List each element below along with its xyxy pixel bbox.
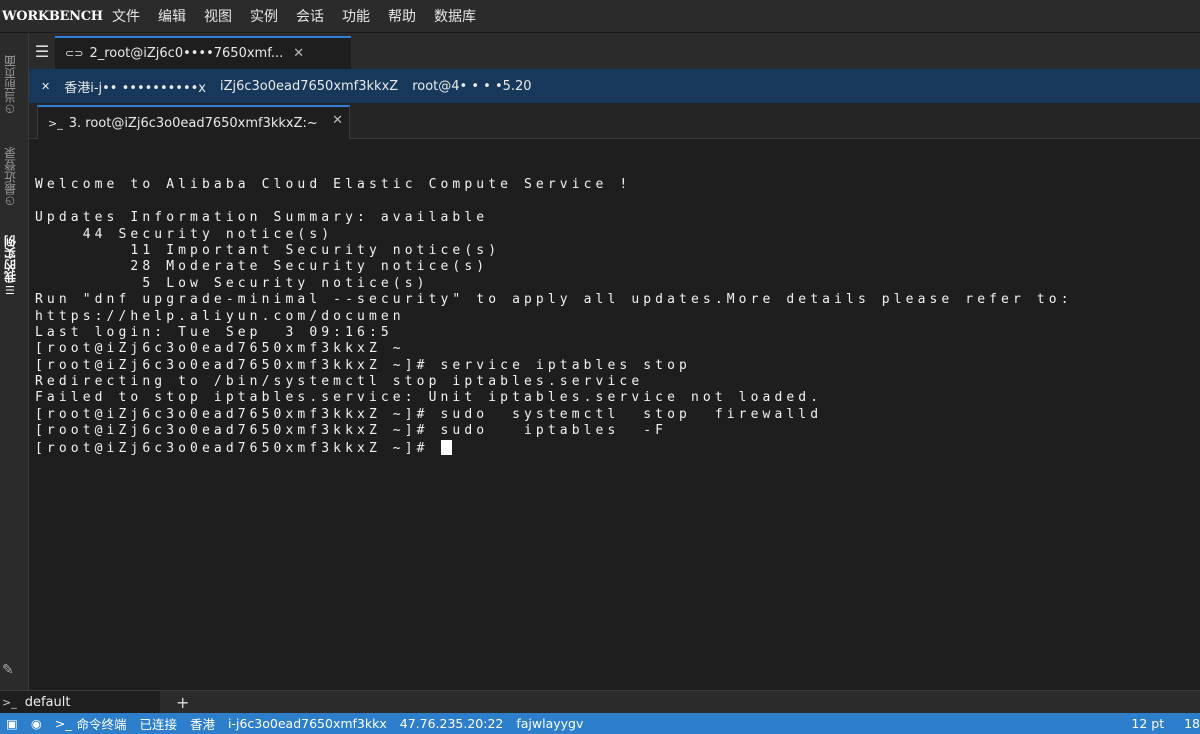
- close-icon[interactable]: ✕: [332, 113, 343, 128]
- menu-view[interactable]: 视图: [204, 6, 232, 26]
- terminal-line: [root@iZj6c3o0ead7650xmf3kkxZ ~: [35, 341, 405, 357]
- status-extra: 18: [1184, 716, 1200, 731]
- status-region: 香港: [190, 717, 216, 732]
- terminal-line: Welcome to Alibaba Cloud Elastic Compute…: [35, 177, 632, 193]
- pin-icon[interactable]: ✎: [2, 662, 14, 678]
- session-user-host: root@4• • • •5.20: [412, 78, 532, 94]
- primary-tab-strip: ☰ ⊂⊃ 2_root@iZj6c0••••7650xmf... ✕: [29, 33, 1200, 69]
- add-tab-button[interactable]: +: [176, 693, 189, 712]
- terminal-icon: >_: [54, 716, 72, 731]
- terminal-line: Last login: Tue Sep 3 09:16:5: [35, 324, 393, 340]
- tab-session-2[interactable]: ⊂⊃ 2_root@iZj6c0••••7650xmf... ✕: [55, 36, 351, 69]
- tab-default[interactable]: >_ default: [0, 690, 160, 714]
- menu-database[interactable]: 数据库: [434, 6, 476, 26]
- menu-edit[interactable]: 编辑: [158, 6, 186, 26]
- tab-terminal-3[interactable]: >_ 3. root@iZj6c3o0ead7650xmf3kkxZ:~ ✕: [37, 105, 350, 139]
- sidebar-item-current-page[interactable]: ◷ 当前页面: [0, 39, 20, 119]
- terminal-line: 5 Low Security notice(s): [35, 275, 429, 291]
- menu-collapse-icon[interactable]: ☰: [29, 33, 55, 69]
- sidebar-item-recent-login[interactable]: ◷ 最近登录: [0, 131, 20, 211]
- terminal-icon: >_: [48, 116, 63, 130]
- menu-file[interactable]: 文件: [112, 6, 140, 26]
- status-bar: ▣ ◉ >_ 命令终端 已连接 香港 i-j6c3o0ead7650xmf3kk…: [0, 713, 1200, 734]
- clock-icon: ◷: [3, 103, 17, 116]
- terminal-line: 11 Important Security notice(s): [35, 242, 501, 258]
- terminal-line: https://help.aliyun.com/documen: [35, 308, 405, 324]
- tab-label: default: [24, 694, 71, 710]
- terminal-line: [root@iZj6c3o0ead7650xmf3kkxZ ~]# sudo i…: [35, 423, 668, 439]
- terminal-line: Redirecting to /bin/systemctl stop iptab…: [35, 374, 644, 390]
- terminal-line: Run "dnf upgrade-minimal --security" to …: [35, 292, 1073, 308]
- menu-bar: WORKBENCH 文件 编辑 视图 实例 会话 功能 帮助 数据库: [0, 0, 1200, 33]
- expand-icon[interactable]: ✕: [41, 80, 50, 93]
- status-font-size[interactable]: 12 pt: [1131, 716, 1164, 731]
- menu-instance[interactable]: 实例: [250, 6, 278, 26]
- terminal-prompt: [root@iZj6c3o0ead7650xmf3kkxZ ~]#: [35, 440, 441, 456]
- status-instance-id: i-j6c3o0ead7650xmf3kkx: [228, 716, 387, 731]
- terminal-line: 44 Security notice(s): [35, 226, 334, 242]
- user-icon[interactable]: ◉: [31, 716, 42, 731]
- lock-icon[interactable]: ▣: [6, 716, 18, 731]
- terminal-icon: >_: [2, 695, 17, 709]
- terminal-line: 28 Moderate Security notice(s): [35, 259, 489, 275]
- list-icon: ☰: [3, 283, 17, 296]
- menu-session[interactable]: 会话: [296, 6, 324, 26]
- terminal-line: Failed to stop iptables.service: Unit ip…: [35, 390, 823, 406]
- left-sidebar: ◷ 当前页面 ◷ 最近登录 ☰ 我的实例 ✎: [0, 33, 29, 690]
- session-info-bar: ✕ 香港i-j•• ••••••••••x iZj6c3o0ead7650xmf…: [29, 69, 1200, 103]
- bottom-tab-strip: >_ default +: [0, 690, 1200, 714]
- sidebar-item-label: 当前页面: [3, 55, 18, 103]
- terminal-line: [root@iZj6c3o0ead7650xmf3kkxZ ~]# servic…: [35, 357, 691, 373]
- terminal-prompt-line[interactable]: [root@iZj6c3o0ead7650xmf3kkxZ ~]#: [35, 439, 1200, 456]
- status-connection: 已连接: [139, 717, 177, 732]
- status-right: 12 pt 18: [1131, 713, 1200, 734]
- menu-help[interactable]: 帮助: [388, 6, 416, 26]
- session-region: 香港i-j•• ••••••••••x: [64, 80, 206, 96]
- status-user: fajwlayygv: [516, 716, 584, 731]
- tab-label: 2_root@iZj6c0••••7650xmf...: [89, 46, 284, 61]
- terminal-tab-strip: >_ 3. root@iZj6c3o0ead7650xmf3kkxZ:~ ✕: [29, 103, 1200, 139]
- sidebar-item-label: 最近登录: [3, 147, 18, 195]
- clock-icon: ◷: [3, 195, 17, 208]
- menu-features[interactable]: 功能: [342, 6, 370, 26]
- sidebar-item-label: 我的实例: [3, 235, 18, 283]
- session-instance: iZj6c3o0ead7650xmf3kkxZ: [219, 78, 399, 94]
- terminal-line: Updates Information Summary: available: [35, 210, 489, 226]
- sidebar-item-my-instances[interactable]: ☰ 我的实例: [0, 219, 20, 299]
- status-mode: 命令终端: [76, 717, 127, 732]
- status-address: 47.76.235.20:22: [399, 716, 504, 731]
- tab-label: 3. root@iZj6c3o0ead7650xmf3kkxZ:~: [68, 115, 318, 131]
- terminal-output[interactable]: Welcome to Alibaba Cloud Elastic Compute…: [29, 139, 1200, 690]
- close-icon[interactable]: ✕: [293, 46, 304, 61]
- terminal-line: [root@iZj6c3o0ead7650xmf3kkxZ ~]# sudo s…: [35, 406, 823, 422]
- terminal-cursor: [440, 439, 452, 455]
- app-brand: WORKBENCH: [2, 8, 103, 24]
- link-icon: ⊂⊃: [65, 47, 84, 60]
